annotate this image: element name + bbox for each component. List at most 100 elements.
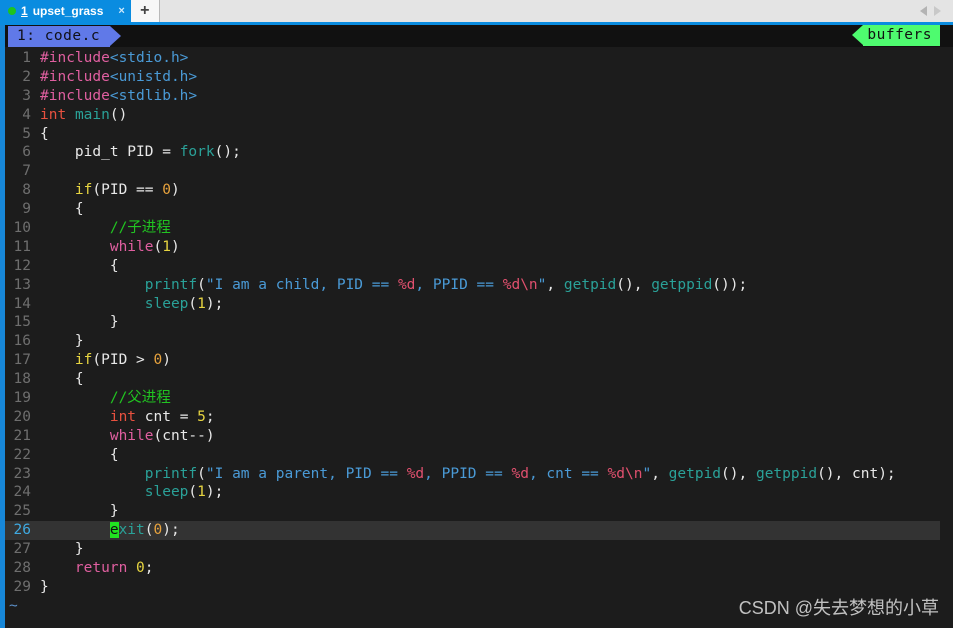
line-content: {	[40, 201, 84, 218]
code-line: 3 #include<stdlib.h>	[0, 87, 953, 106]
line-number: 4	[22, 106, 31, 123]
code-line: 27 }	[0, 540, 953, 559]
code-line: 12 {	[0, 257, 953, 276]
line-content: if(PID > 0)	[74, 352, 171, 369]
line-content: {	[40, 257, 119, 274]
line-content: //父进程	[109, 390, 171, 407]
code-line: 21 while(cnt--)	[0, 427, 953, 446]
line-content: printf("I am a child, PID == %d, PPID ==…	[144, 276, 748, 293]
line-number: 6	[22, 144, 31, 161]
line-content: {	[40, 371, 84, 388]
tab-index-label: 1	[21, 4, 28, 18]
line-content: sleep(1);	[144, 484, 224, 501]
close-icon[interactable]: ×	[118, 5, 124, 17]
line-content: }	[40, 333, 84, 350]
line-number: 25	[13, 503, 31, 520]
line-content: exit(0);	[109, 522, 180, 539]
code-line: 23 printf("I am a parent, PID == %d, PPI…	[0, 465, 953, 484]
line-content: #include<stdio.h>	[40, 50, 189, 66]
left-accent-rail	[0, 25, 5, 47]
watermark-text: CSDN @失去梦想的小草	[738, 598, 939, 619]
line-number: 11	[13, 238, 31, 255]
left-arrow-icon[interactable]	[920, 6, 927, 16]
code-line: 6 pid_t PID = fork();	[0, 143, 953, 162]
code-line: 9 {	[0, 200, 953, 219]
connection-status-dot	[8, 7, 16, 15]
editor-right-gutter	[941, 72, 953, 628]
code-line: 4 int main()	[0, 106, 953, 125]
code-line: 8 if(PID == 0)	[0, 181, 953, 200]
line-number-current: 26	[13, 522, 31, 539]
code-line: 14 sleep(1);	[0, 295, 953, 314]
line-number: 27	[13, 541, 31, 558]
code-line: 25 }	[0, 502, 953, 521]
line-number: 5	[22, 125, 31, 142]
tab-title-label: upset_grass	[32, 4, 104, 18]
line-number: 12	[13, 257, 31, 274]
line-content: int main()	[40, 106, 128, 123]
line-number: 15	[13, 314, 31, 331]
line-content: int cnt = 5;	[109, 408, 215, 425]
line-content: }	[40, 541, 84, 558]
line-number: 10	[13, 220, 31, 237]
line-content: }	[40, 578, 49, 595]
code-line: 16 }	[0, 332, 953, 351]
vim-buffer-line: 1: code.c buffers	[0, 25, 953, 47]
code-line: 17 if(PID > 0)	[0, 351, 953, 370]
terminal-window: 1 upset_grass × + 1: code.c buffers 1 #i…	[0, 0, 953, 628]
line-number: 14	[13, 295, 31, 312]
line-content: #include<unistd.h>	[40, 68, 198, 85]
code-line: 29 }	[0, 578, 953, 597]
line-number: 17	[13, 352, 31, 369]
new-tab-button[interactable]: +	[130, 0, 160, 22]
line-content: while(1)	[109, 238, 180, 255]
line-content: //子进程	[109, 220, 171, 237]
line-number: 29	[13, 578, 31, 595]
line-number: 2	[22, 68, 31, 85]
text-cursor: e	[109, 522, 119, 539]
line-number: 20	[13, 408, 31, 425]
line-number: 7	[22, 163, 31, 180]
right-arrow-icon[interactable]	[934, 6, 941, 16]
code-line: 22 {	[0, 446, 953, 465]
line-content: printf("I am a parent, PID == %d, PPID =…	[144, 465, 896, 482]
code-line: 28 return 0;	[0, 559, 953, 578]
line-content: }	[40, 314, 119, 331]
line-content: sleep(1);	[144, 295, 224, 312]
line-content: pid_t PID = fork();	[40, 144, 241, 161]
code-line: 1 #include<stdio.h>	[0, 49, 953, 68]
line-number: 19	[13, 390, 31, 407]
line-number: 1	[22, 50, 31, 66]
line-number: 22	[13, 446, 31, 463]
line-content: if(PID == 0)	[74, 182, 180, 199]
line-number: 28	[13, 560, 31, 577]
tab-bar-empty-area	[159, 0, 920, 22]
code-line-current: 26 exit(0);	[0, 521, 940, 541]
buffer-tab-code-c[interactable]: 1: code.c	[8, 25, 122, 47]
code-line: 20 int cnt = 5;	[0, 408, 953, 427]
line-number: 16	[13, 333, 31, 350]
line-number: 3	[22, 87, 31, 104]
line-number: 8	[22, 182, 31, 199]
code-line: 13 printf("I am a child, PID == %d, PPID…	[0, 276, 953, 295]
line-number: 21	[13, 427, 31, 444]
tab-nav-arrows	[920, 0, 953, 22]
code-line: 18 {	[0, 370, 953, 389]
code-line: 24 sleep(1);	[0, 483, 953, 502]
code-line: 5 {	[0, 125, 953, 144]
line-content: {	[40, 446, 119, 463]
line-number: 18	[13, 371, 31, 388]
code-line: 19 //父进程	[0, 389, 953, 408]
code-line: 11 while(1)	[0, 238, 953, 257]
code-line: 7	[0, 162, 953, 181]
code-line: 10 //子进程	[0, 219, 953, 238]
buffer-line-right: buffers	[852, 25, 940, 46]
line-content: while(cnt--)	[109, 427, 215, 444]
terminal-tab-upset-grass[interactable]: 1 upset_grass ×	[0, 0, 131, 22]
line-content: #include<stdlib.h>	[40, 87, 198, 104]
line-number: 9	[22, 201, 31, 218]
line-number: 13	[13, 276, 31, 293]
code-editor[interactable]: 1 #include<stdio.h> 2 #include<unistd.h>…	[0, 47, 953, 628]
line-number: 24	[13, 484, 31, 501]
buffers-label[interactable]: buffers	[852, 25, 940, 46]
